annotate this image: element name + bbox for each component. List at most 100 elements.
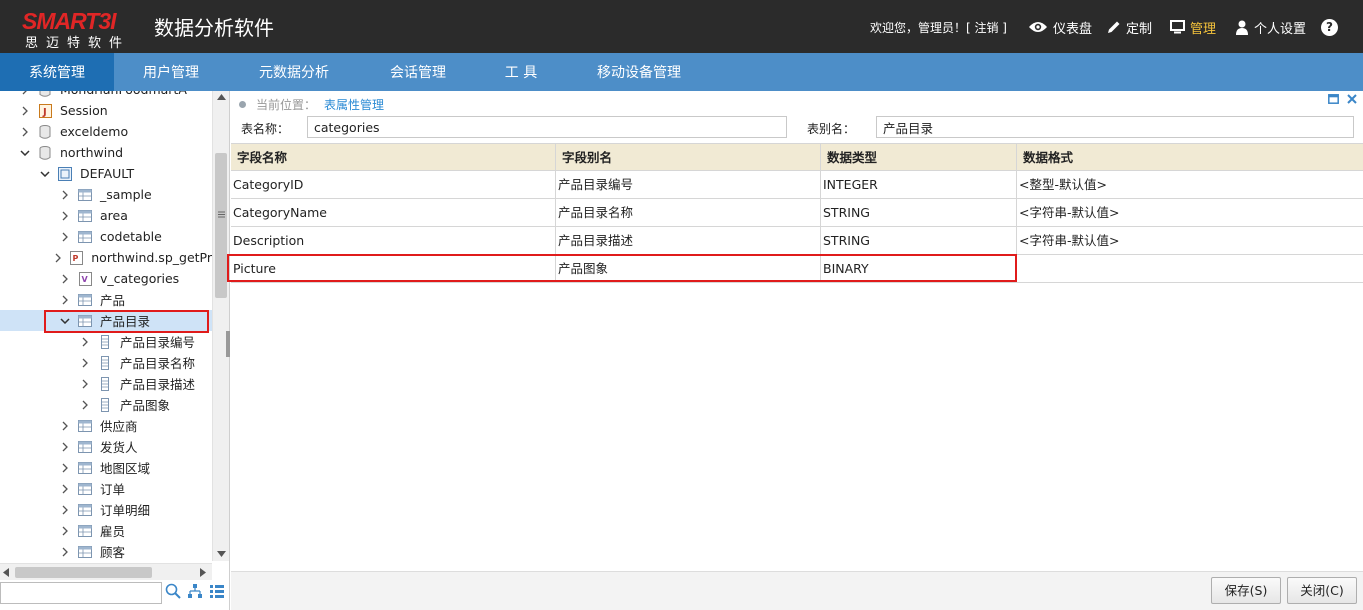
hierarchy-icon[interactable] [187,583,203,599]
nav-system-management[interactable]: 系统管理 [0,53,114,91]
close-button[interactable]: 关闭(C) [1287,577,1357,604]
tree-node[interactable]: Pnorthwind.sp_getPr [0,247,212,268]
data-type-cell[interactable]: INTEGER [821,171,1017,199]
data-format-cell[interactable]: <整型-默认值> [1017,171,1363,199]
maximize-icon[interactable] [1328,94,1339,104]
tree-node[interactable]: 发货人 [0,436,212,457]
tree-node[interactable]: J Session [0,100,212,121]
data-format-cell[interactable]: <字符串-默认值> [1017,199,1363,227]
field-name-cell[interactable]: CategoryName [231,199,556,227]
chevron-right-icon[interactable] [80,379,90,389]
field-alias-cell[interactable]: 产品目录名称 [556,199,821,227]
tree-node[interactable]: DEFAULT [0,163,212,184]
personal-settings-link[interactable]: 个人设置 [1235,16,1306,38]
nav-user-management[interactable]: 用户管理 [114,53,228,91]
tree-node[interactable]: 供应商 [0,415,212,436]
close-icon[interactable] [1347,94,1357,104]
column-header-data-format[interactable]: 数据格式 [1017,144,1363,172]
column-header-field-name[interactable]: 字段名称 [231,144,556,172]
chevron-right-icon[interactable] [80,400,90,410]
chevron-right-icon[interactable] [60,232,70,242]
tree-vertical-scroll-thumb[interactable] [215,153,227,298]
scroll-down-icon[interactable] [217,551,226,557]
save-button[interactable]: 保存(S) [1211,577,1281,604]
tree-node[interactable]: 顾客 [0,541,212,562]
tree-node[interactable]: 订单明细 [0,499,212,520]
scroll-up-icon[interactable] [217,94,226,100]
nav-session-management[interactable]: 会话管理 [368,53,468,91]
table-alias-input[interactable] [876,116,1354,138]
tree-node[interactable]: 订单 [0,478,212,499]
dashboard-label: 仪表盘 [1053,21,1093,37]
search-icon[interactable] [165,583,181,599]
manage-link[interactable]: 管理 [1170,16,1216,38]
data-type-cell[interactable]: STRING [821,227,1017,255]
chevron-right-icon[interactable] [20,91,30,95]
tree-node-label: exceldemo [60,124,129,139]
data-format-cell[interactable]: <字符串-默认值> [1017,227,1363,255]
tree-node[interactable]: 产品 [0,289,212,310]
scroll-right-icon[interactable] [200,568,206,577]
tree-node[interactable]: 地图区域 [0,457,212,478]
chevron-right-icon[interactable] [60,526,70,536]
breadcrumb-current[interactable]: 表属性管理 [324,96,384,113]
tree-node[interactable]: 雇员 [0,520,212,541]
panel-splitter[interactable] [226,331,230,357]
app-title: 数据分析软件 [154,16,274,40]
chevron-right-icon[interactable] [60,547,70,557]
data-type-cell[interactable]: STRING [821,199,1017,227]
chevron-right-icon[interactable] [60,463,70,473]
chevron-right-icon[interactable] [60,421,70,431]
dashboard-link[interactable]: 仪表盘 [1028,16,1092,38]
nav-mobile-device-management[interactable]: 移动设备管理 [580,53,698,91]
chevron-right-icon[interactable] [60,274,70,284]
tree-horizontal-scrollbar[interactable] [0,563,212,580]
table-row[interactable]: CategoryName 产品目录名称 STRING <字符串-默认值> [231,199,1363,227]
tree-vertical-scrollbar[interactable] [212,91,229,561]
field-name-cell[interactable]: Description [231,227,556,255]
chevron-right-icon[interactable] [60,505,70,515]
nav-tools[interactable]: 工 具 [488,53,554,91]
column-header-data-type[interactable]: 数据类型 [821,144,1017,172]
tree-node[interactable]: 产品目录名称 [0,352,212,373]
table-row[interactable]: CategoryID 产品目录编号 INTEGER <整型-默认值> [231,171,1363,199]
tree-node[interactable]: Vv_categories [0,268,212,289]
nav-metadata-analysis[interactable]: 元数据分析 [232,53,356,91]
tree-node[interactable]: northwind [0,142,212,163]
tree-node[interactable]: 产品目录描述 [0,373,212,394]
field-alias-cell[interactable]: 产品目录描述 [556,227,821,255]
chevron-right-icon[interactable] [60,295,70,305]
chevron-right-icon[interactable] [20,106,30,116]
chevron-right-icon[interactable] [20,127,30,137]
tree-node[interactable]: codetable [0,226,212,247]
welcome-text[interactable]: 欢迎您，管理员！[ 注销 ] [870,19,1007,36]
chevron-right-icon[interactable] [53,253,62,263]
tree-search-input[interactable] [0,582,162,604]
chevron-right-icon[interactable] [60,190,70,200]
tree-node-label: 雇员 [100,524,126,539]
chevron-down-icon[interactable] [40,169,50,179]
help-button[interactable]: ? [1321,16,1338,38]
field-alias-cell[interactable]: 产品目录编号 [556,171,821,199]
tree-node[interactable]: area [0,205,212,226]
chevron-down-icon[interactable] [20,148,30,158]
chevron-right-icon[interactable] [80,337,90,347]
table-row[interactable]: Description 产品目录描述 STRING <字符串-默认值> [231,227,1363,255]
table-name-input[interactable] [307,116,787,138]
tree-node[interactable]: _sample [0,184,212,205]
chevron-right-icon[interactable] [60,484,70,494]
tree-horizontal-scroll-thumb[interactable] [15,567,152,578]
customize-link[interactable]: 定制 [1106,16,1152,38]
tree-node[interactable]: 产品目录编号 [0,331,212,352]
data-format-cell[interactable] [1017,255,1363,283]
column-header-field-alias[interactable]: 字段别名 [556,144,821,172]
chevron-right-icon[interactable] [60,211,70,221]
tree-node[interactable]: MondrianFoodmartA [0,91,212,100]
chevron-right-icon[interactable] [80,358,90,368]
field-name-cell[interactable]: CategoryID [231,171,556,199]
tree-node[interactable]: exceldemo [0,121,212,142]
scroll-left-icon[interactable] [3,568,9,577]
chevron-right-icon[interactable] [60,442,70,452]
tree-node[interactable]: 产品图象 [0,394,212,415]
list-view-icon[interactable] [209,583,225,599]
